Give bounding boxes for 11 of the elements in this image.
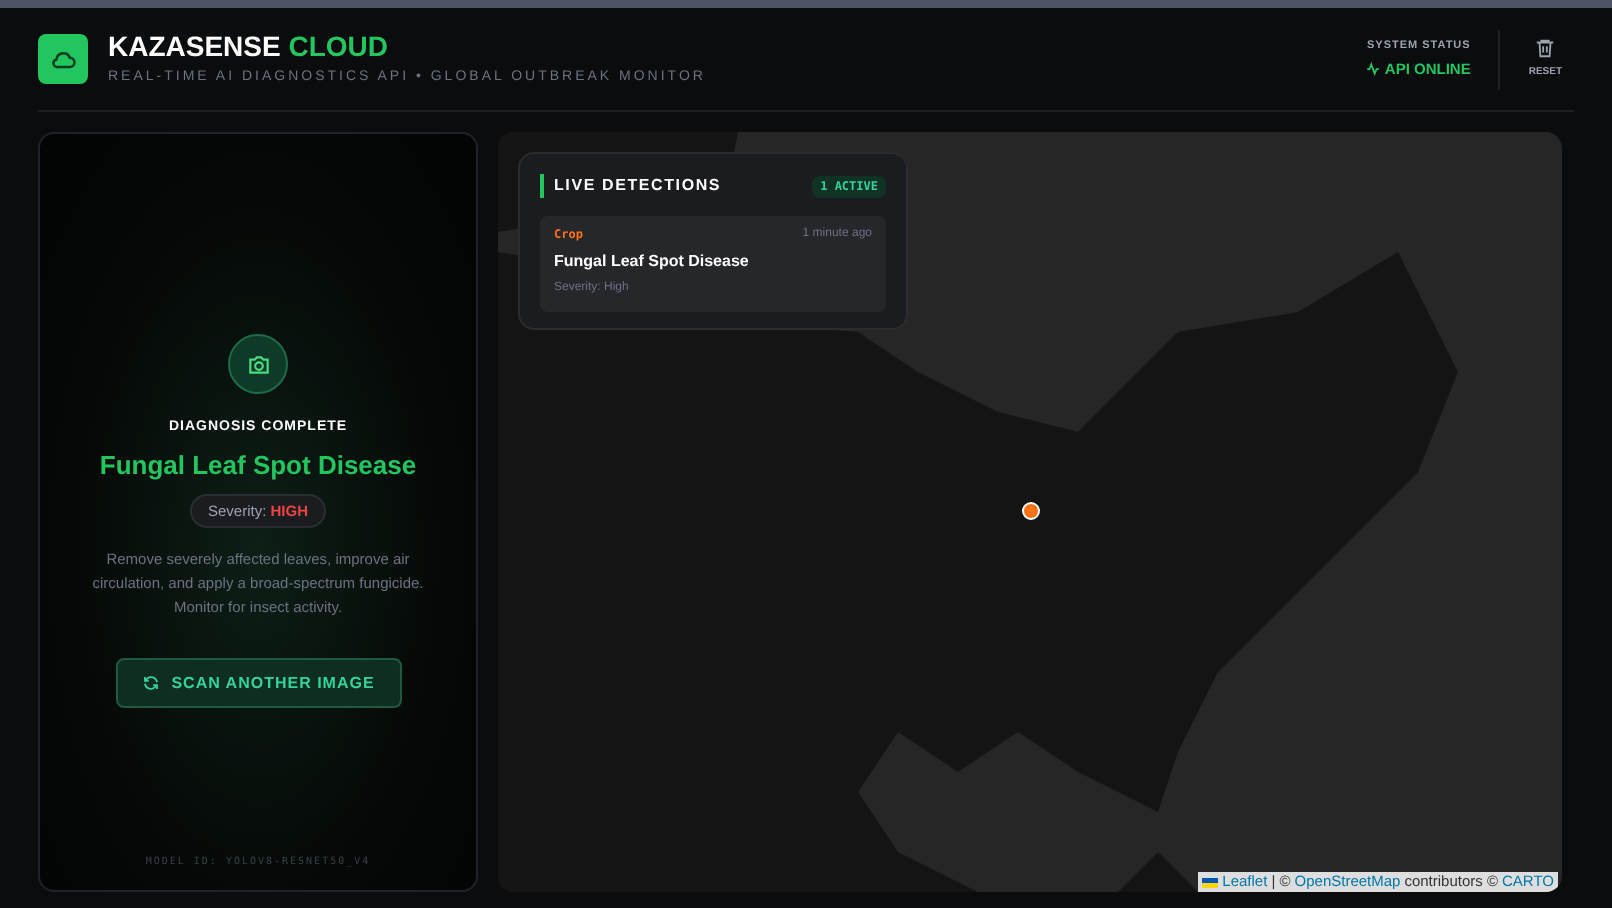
detections-title: LIVE DETECTIONS (554, 174, 722, 198)
scan-another-button[interactable]: SCAN ANOTHER IMAGE (115, 658, 401, 709)
brand-title: KAZASENSE CLOUD (108, 29, 391, 62)
pulse-icon (1366, 62, 1381, 77)
flag-icon (1202, 877, 1219, 887)
camera-icon (228, 334, 288, 394)
trash-icon (1534, 36, 1557, 61)
item-name: Fungal Leaf Spot Disease (554, 250, 751, 274)
disease-name: Fungal Leaf Spot Disease (99, 447, 417, 484)
refresh-icon (141, 674, 160, 693)
cloud-logo-icon (38, 34, 88, 84)
